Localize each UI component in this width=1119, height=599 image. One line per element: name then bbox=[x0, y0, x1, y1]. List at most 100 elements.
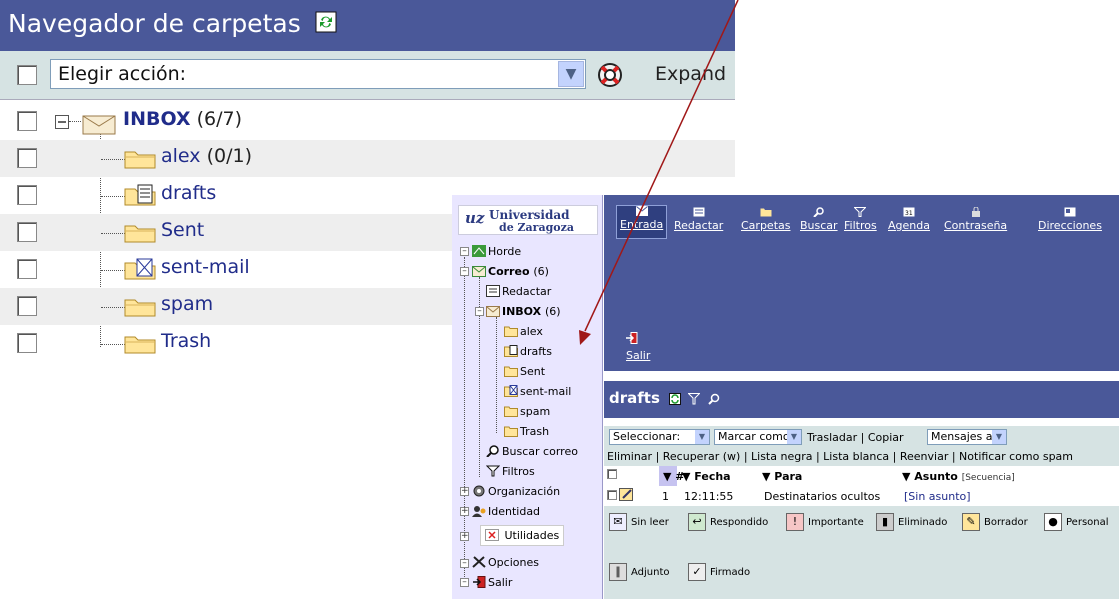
navigator-title-bar: Navegador de carpetas bbox=[0, 0, 735, 51]
action-select-value: Elegir acción: bbox=[58, 63, 187, 85]
sidebar-item-drafts[interactable]: drafts bbox=[504, 345, 552, 358]
sidebar-item-identidad[interactable]: Identidad bbox=[472, 505, 540, 518]
help-lifebuoy-icon[interactable] bbox=[597, 62, 623, 88]
column-subject[interactable]: ▼ Asunto [Secuencia] bbox=[902, 470, 1015, 483]
toolbar-entrada[interactable]: Entrada bbox=[616, 205, 668, 239]
message-subject-link[interactable]: [Sin asunto] bbox=[904, 490, 971, 503]
folder-checkbox[interactable] bbox=[17, 111, 37, 131]
column-to[interactable]: ▼ Para bbox=[762, 470, 802, 483]
chevron-down-icon[interactable]: ▼ bbox=[992, 430, 1006, 444]
folder-row-alex[interactable]: alex (0/1) bbox=[0, 140, 735, 177]
envelope-icon bbox=[486, 305, 500, 317]
sidebar-item-utilidades[interactable]: Utilidades bbox=[480, 525, 565, 546]
magnifier-icon[interactable] bbox=[707, 383, 720, 418]
toolbar-redactar[interactable]: Redactar bbox=[674, 207, 723, 232]
tree-toggle[interactable]: + bbox=[460, 507, 469, 516]
navigator-title: Navegador de carpetas bbox=[8, 9, 301, 38]
legend-deleted: ▮ Eliminado bbox=[876, 513, 947, 531]
top-toolbar: Entrada Redactar Carpetas Buscar Filtros… bbox=[604, 195, 1119, 371]
folder-checkbox[interactable] bbox=[17, 259, 37, 279]
logo-line-1: Universidad bbox=[489, 208, 570, 222]
chevron-down-icon[interactable]: ▼ bbox=[695, 430, 709, 444]
tree-toggle[interactable]: – bbox=[460, 247, 469, 256]
paperclip-icon: ∥ bbox=[609, 563, 627, 581]
tree-toggle[interactable]: + bbox=[460, 487, 469, 496]
svg-text:31: 31 bbox=[905, 210, 913, 217]
folder-label[interactable]: alex (0/1) bbox=[161, 145, 252, 167]
folder-label[interactable]: spam bbox=[161, 293, 213, 315]
webmail-screenshot: uz Universidad de Zaragoza – Horde – Cor… bbox=[452, 195, 1119, 599]
tree-toggle[interactable]: + bbox=[460, 532, 469, 541]
select-all-checkbox[interactable] bbox=[17, 65, 37, 85]
tree-toggle[interactable]: – bbox=[475, 307, 484, 316]
folder-label[interactable]: Trash bbox=[161, 330, 211, 352]
chevron-down-icon[interactable]: ▼ bbox=[787, 430, 801, 444]
folder-checkbox[interactable] bbox=[17, 222, 37, 242]
folder-label[interactable]: Sent bbox=[161, 219, 204, 241]
toolbar-direcciones[interactable]: Direcciones bbox=[1038, 207, 1102, 232]
move-copy-links[interactable]: Trasladar | Copiar bbox=[807, 431, 904, 444]
folder-checkbox[interactable] bbox=[17, 296, 37, 316]
toolbar-contrasena[interactable]: Contraseña bbox=[944, 206, 1007, 232]
folder-label[interactable]: sent-mail bbox=[161, 256, 250, 278]
folder-checkbox[interactable] bbox=[17, 333, 37, 353]
message-to: Destinatarios ocultos bbox=[764, 490, 881, 503]
sidebar-item-spam[interactable]: spam bbox=[504, 405, 550, 418]
important-icon: ! bbox=[786, 513, 804, 531]
logo-mark: uz bbox=[465, 209, 485, 227]
sidebar-item-organizacion[interactable]: Organización bbox=[472, 485, 560, 498]
sidebar-item-buscar-correo[interactable]: Buscar correo bbox=[486, 445, 578, 458]
folder-label[interactable]: INBOX (6/7) bbox=[123, 108, 242, 130]
toolbar-salir[interactable]: Salir bbox=[626, 332, 650, 362]
tree-connector bbox=[101, 307, 125, 308]
column-date[interactable]: ▼ Fecha bbox=[682, 470, 731, 483]
folder-row-inbox[interactable]: INBOX (6/7) bbox=[0, 103, 735, 140]
toolbar-filtros[interactable]: Filtros bbox=[844, 207, 877, 232]
sidebar-item-trash[interactable]: Trash bbox=[504, 425, 549, 438]
sidebar-item-alex[interactable]: alex bbox=[504, 325, 543, 338]
collapse-icon[interactable] bbox=[55, 114, 69, 133]
envelope-icon: ✉ bbox=[609, 513, 627, 531]
sidebar-item-sent[interactable]: Sent bbox=[504, 365, 545, 378]
sidebar-item-sent-mail[interactable]: sent-mail bbox=[504, 385, 571, 398]
refresh-icon[interactable] bbox=[669, 383, 682, 418]
message-checkbox[interactable] bbox=[607, 490, 617, 500]
message-row[interactable]: 1 12:11:55 Destinatarios ocultos [Sin as… bbox=[604, 486, 1119, 506]
folder-checkbox[interactable] bbox=[17, 185, 37, 205]
tree-connector bbox=[101, 159, 125, 160]
select-dropdown[interactable]: Seleccionar: ▼ bbox=[609, 429, 710, 445]
lock-icon bbox=[970, 206, 982, 217]
expand-all-link[interactable]: Expand bbox=[655, 63, 726, 85]
toolbar-carpetas[interactable]: Carpetas bbox=[741, 207, 790, 232]
tree-connector bbox=[101, 344, 125, 345]
tree-connector bbox=[101, 196, 125, 197]
sidebar-item-inbox[interactable]: INBOX (6) bbox=[486, 305, 561, 318]
message-tools: Seleccionar: ▼ Marcar como: ▼ Trasladar | … bbox=[604, 426, 1119, 466]
sidebar-item-filtros[interactable]: Filtros bbox=[485, 465, 535, 478]
sidebar-item-redactar[interactable]: Redactar bbox=[486, 285, 551, 298]
refresh-icon[interactable] bbox=[315, 1, 337, 49]
tree-toggle[interactable]: – bbox=[460, 559, 469, 568]
select-all-checkbox[interactable] bbox=[607, 469, 617, 479]
sidebar-item-salir[interactable]: Salir bbox=[472, 576, 512, 589]
sidebar-item-opciones[interactable]: Opciones bbox=[472, 556, 539, 569]
sidebar-item-horde[interactable]: Horde bbox=[472, 245, 521, 258]
tree-toggle[interactable]: – bbox=[460, 267, 469, 276]
folder-checkbox[interactable] bbox=[17, 148, 37, 168]
toolbar-agenda[interactable]: 31 Agenda bbox=[888, 207, 930, 232]
sequence-link[interactable]: [Secuencia] bbox=[962, 473, 1015, 483]
tree-connector bbox=[464, 257, 465, 577]
tree-toggle[interactable]: – bbox=[460, 578, 469, 587]
toolbar-buscar[interactable]: Buscar bbox=[800, 207, 838, 232]
folder-label[interactable]: drafts bbox=[161, 182, 216, 204]
sidebar-item-correo[interactable]: Correo (6) bbox=[472, 265, 549, 278]
university-logo: uz Universidad de Zaragoza bbox=[458, 205, 598, 235]
action-select[interactable]: Elegir acción: ▼ bbox=[50, 59, 586, 89]
calendar-icon: 31 bbox=[903, 207, 915, 217]
message-actions-links[interactable]: Eliminar | Recuperar (w) | Lista negra |… bbox=[607, 450, 1073, 463]
mark-as-dropdown[interactable]: Marcar como: ▼ bbox=[714, 429, 802, 445]
organizer-icon bbox=[472, 485, 486, 497]
chevron-down-icon[interactable]: ▼ bbox=[558, 61, 584, 87]
target-folder-dropdown[interactable]: Mensajes a ▼ bbox=[927, 429, 1007, 445]
filter-icon[interactable] bbox=[687, 383, 702, 418]
